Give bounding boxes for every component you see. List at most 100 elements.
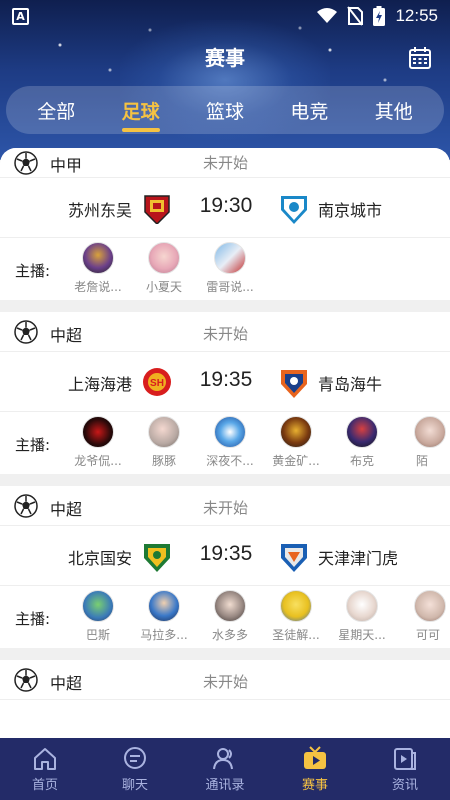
- soccer-ball-icon: [14, 494, 38, 518]
- match-teams[interactable]: 上海海港 SH 19:35 青岛海牛: [0, 352, 450, 412]
- match-card-header: 中甲 未开始: [0, 148, 450, 178]
- host-name: 布克: [349, 454, 374, 468]
- avatar: [346, 590, 378, 622]
- match-card[interactable]: 中甲 未开始 苏州东吴 19:30 南京城市 主播: 老詹说... 小夏天 雷哥…: [0, 148, 450, 300]
- host-item[interactable]: 可可: [398, 590, 450, 643]
- soccer-ball-icon: [14, 151, 38, 175]
- avatar: [82, 590, 114, 622]
- league-name: 中超: [50, 500, 83, 519]
- nav-home[interactable]: 首页: [5, 746, 85, 793]
- tab-football[interactable]: 足球: [116, 91, 166, 132]
- host-item[interactable]: 布克: [332, 416, 392, 469]
- host-name: 豚豚: [151, 454, 176, 468]
- host-name: 黄金矿...: [272, 454, 320, 468]
- nav-label: 赛事: [301, 777, 328, 793]
- contacts-icon: [213, 747, 233, 769]
- nav-label: 通讯录: [205, 777, 245, 793]
- host-item[interactable]: 星期天...: [332, 590, 392, 643]
- match-card[interactable]: 中超 未开始 北京国安 19:35 天津津门虎 主播: 巴斯 马拉多... 水多…: [0, 486, 450, 648]
- calendar-icon[interactable]: [408, 46, 432, 70]
- nav-label: 资讯: [391, 777, 418, 793]
- match-list[interactable]: 中甲 未开始 苏州东吴 19:30 南京城市 主播: 老詹说... 小夏天 雷哥…: [0, 148, 450, 738]
- nav-chat[interactable]: 聊天: [95, 746, 175, 793]
- hosts-label: 主播:: [15, 610, 51, 628]
- league-name: 中超: [50, 326, 83, 345]
- avatar: [214, 242, 246, 274]
- beijing-guoan-logo: [144, 544, 170, 572]
- soccer-ball-icon: [14, 320, 38, 344]
- match-card-header: 中超 未开始: [0, 486, 450, 526]
- league-name: 中甲: [50, 156, 83, 175]
- host-item[interactable]: 小夏天: [134, 242, 194, 295]
- tab-other[interactable]: 其他: [369, 91, 419, 130]
- host-item[interactable]: 龙爷侃...: [68, 416, 128, 469]
- home-team-name: 苏州东吴: [67, 201, 132, 220]
- match-card[interactable]: 中超 未开始 上海海港 SH 19:35 青岛海牛 主播: 龙爷侃... 豚豚 …: [0, 312, 450, 474]
- chat-icon: [124, 746, 146, 769]
- tab-esports[interactable]: 电竞: [284, 91, 334, 130]
- match-teams[interactable]: [0, 700, 450, 738]
- host-name: 可可: [416, 628, 441, 642]
- host-item[interactable]: 老詹说...: [68, 242, 128, 295]
- no-sim-icon: [347, 6, 364, 26]
- nav-label: 首页: [31, 777, 58, 793]
- host-item[interactable]: 雷哥说...: [200, 242, 260, 295]
- tab-all[interactable]: 全部: [31, 91, 81, 130]
- host-name: 圣徒解...: [272, 628, 320, 642]
- app-notification-icon: A: [12, 8, 29, 25]
- host-item[interactable]: 水多多: [200, 590, 260, 643]
- avatar: [280, 590, 312, 622]
- tab-basketball[interactable]: 篮球: [200, 91, 250, 130]
- away-team-name: 天津津门虎: [318, 549, 399, 568]
- bottom-navigation: 首页 聊天 通讯录 赛事 资讯: [0, 738, 450, 800]
- match-status: 未开始: [203, 325, 249, 343]
- kickoff-time: 19:30: [199, 194, 253, 217]
- host-item[interactable]: 陌: [398, 416, 450, 469]
- match-status: 未开始: [203, 154, 249, 172]
- host-item[interactable]: 巴斯: [68, 590, 128, 643]
- home-team-name: 上海海港: [67, 375, 132, 394]
- home-icon: [34, 747, 56, 770]
- avatar: [148, 242, 180, 274]
- avatar: [148, 590, 180, 622]
- match-card[interactable]: 中超 未开始: [0, 660, 450, 738]
- match-status: 未开始: [203, 673, 249, 691]
- match-teams[interactable]: 北京国安 19:35 天津津门虎: [0, 526, 450, 586]
- host-name: 巴斯: [85, 628, 110, 642]
- status-bar: A 12:55: [0, 0, 450, 32]
- host-name: 水多多: [211, 628, 248, 642]
- match-status: 未开始: [203, 499, 249, 517]
- nav-news[interactable]: 资讯: [365, 746, 445, 793]
- host-name: 老詹说...: [74, 280, 122, 294]
- nav-contacts[interactable]: 通讯录: [185, 746, 265, 793]
- host-item[interactable]: 马拉多...: [134, 590, 194, 643]
- host-item[interactable]: 圣徒解...: [266, 590, 326, 643]
- news-icon: [394, 747, 416, 770]
- avatar: [414, 590, 446, 622]
- host-name: 星期天...: [338, 628, 386, 642]
- home-team-name: 北京国安: [67, 549, 132, 568]
- host-name: 陌: [416, 454, 429, 468]
- match-card-header: 中超 未开始: [0, 660, 450, 700]
- host-item[interactable]: 深夜不...: [200, 416, 260, 469]
- host-item[interactable]: 豚豚: [134, 416, 194, 469]
- host-name: 小夏天: [145, 280, 182, 294]
- hosts-label: 主播:: [15, 262, 51, 280]
- tianjin-jinmen-tiger-logo: [281, 544, 307, 572]
- avatar: [214, 416, 246, 448]
- host-name: 雷哥说...: [206, 280, 254, 294]
- nav-events[interactable]: 赛事: [275, 745, 355, 793]
- away-team-name: 青岛海牛: [318, 375, 383, 394]
- wifi-icon: [317, 8, 338, 23]
- avatar: [346, 416, 378, 448]
- away-team-name: 南京城市: [318, 201, 383, 220]
- league-name: 中超: [50, 674, 83, 693]
- avatar: [148, 416, 180, 448]
- avatar: [214, 590, 246, 622]
- host-item[interactable]: 黄金矿...: [266, 416, 326, 469]
- host-name: 马拉多...: [140, 628, 188, 642]
- match-teams[interactable]: 苏州东吴 19:30 南京城市: [0, 178, 450, 238]
- category-tabs: 全部 足球 篮球 电竞 其他: [6, 86, 444, 134]
- clock: 12:55: [395, 6, 438, 25]
- avatar: [82, 416, 114, 448]
